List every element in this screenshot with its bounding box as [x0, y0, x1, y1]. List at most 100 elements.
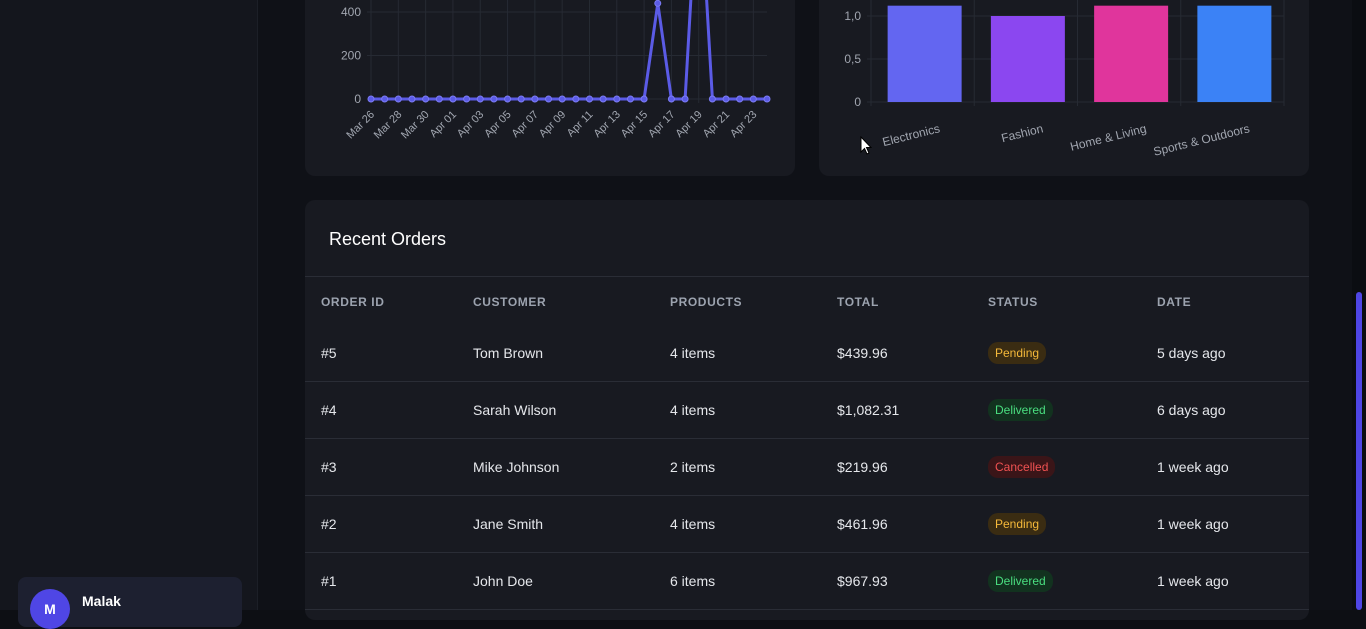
- y-tick-label: 0,5: [844, 52, 861, 66]
- data-point: [599, 95, 607, 103]
- order-total: $1,082.31: [821, 381, 972, 439]
- data-point: [517, 95, 525, 103]
- column-header-products[interactable]: PRODUCTS: [654, 277, 821, 325]
- x-tick-label: Home & Living: [1069, 121, 1148, 153]
- product-count: 6 items: [654, 552, 821, 610]
- order-total: $439.96: [821, 325, 972, 382]
- x-tick-label: Electronics: [881, 121, 941, 149]
- status-badge: Pending: [988, 512, 1047, 535]
- data-point: [504, 95, 512, 103]
- order-date: 5 days ago: [1141, 325, 1309, 382]
- data-point: [367, 95, 375, 103]
- main-content: 0 200 400 Mar 26 Mar 28 Mar 30 Apr 01 Apr 03 Apr…: [258, 0, 1352, 620]
- table-row[interactable]: #1 John Doe 6 items $967.93 Delivered 1 …: [305, 552, 1309, 610]
- order-date: 1 week ago: [1141, 552, 1309, 610]
- column-header-total[interactable]: TOTAL: [821, 277, 972, 325]
- product-count: 2 items: [654, 438, 821, 496]
- data-point: [394, 95, 402, 103]
- series-line: [371, 0, 767, 101]
- product-count: 4 items: [654, 325, 821, 382]
- data-point: [654, 0, 662, 7]
- x-tick-label: Apr 15: [619, 109, 650, 140]
- data-point: [545, 95, 553, 103]
- bar-chart: 0 0,5 1,0 Electronics Fashion Home & Living Sp…: [844, 0, 1285, 159]
- order-date: 1 week ago: [1141, 495, 1309, 553]
- status-badge: Cancelled: [988, 455, 1056, 478]
- x-tick-label: Apr 19: [673, 109, 704, 140]
- data-point: [463, 95, 471, 103]
- data-point: [626, 95, 634, 103]
- bar: [887, 5, 962, 102]
- product-count: 4 items: [654, 495, 821, 553]
- bar: [1197, 5, 1272, 102]
- data-point: [449, 95, 457, 103]
- order-id: #3: [305, 438, 457, 496]
- customer-name: Jane Smith: [457, 495, 654, 553]
- status-badge: Delivered: [988, 569, 1053, 592]
- data-point: [708, 95, 716, 103]
- user-profile-card[interactable]: M Malak: [18, 577, 242, 629]
- scrollbar-thumb[interactable]: [1356, 292, 1362, 610]
- x-tick-label: Mar 26: [344, 109, 377, 142]
- y-tick-label: 0: [354, 92, 361, 106]
- data-point: [422, 95, 430, 103]
- data-point: [667, 95, 675, 103]
- column-header-status[interactable]: STATUS: [972, 277, 1141, 325]
- data-point: [381, 95, 389, 103]
- y-tick-label: 1,0: [844, 9, 861, 23]
- x-tick-label: Mar 28: [372, 109, 405, 142]
- x-tick-label: Apr 01: [428, 109, 459, 140]
- data-point: [531, 95, 539, 103]
- customer-name: Tom Brown: [457, 325, 654, 382]
- data-point: [435, 95, 443, 103]
- orders-table: ORDER ID CUSTOMER PRODUCTS TOTAL STATUS …: [305, 277, 1309, 610]
- data-point: [681, 95, 689, 103]
- recent-orders-card: Recent Orders ORDER ID CUSTOMER PRODUCTS…: [305, 200, 1309, 620]
- order-total: $461.96: [821, 495, 972, 553]
- data-point: [585, 95, 593, 103]
- x-tick-label: Apr 13: [592, 109, 623, 140]
- avatar: M: [30, 589, 70, 629]
- customer-name: Sarah Wilson: [457, 381, 654, 439]
- table-row[interactable]: #3 Mike Johnson 2 items $219.96 Cancelle…: [305, 438, 1309, 496]
- x-tick-label: Sports & Outdoors: [1152, 121, 1251, 158]
- bar: [1094, 5, 1169, 102]
- y-tick-label: 200: [341, 49, 361, 63]
- y-tick-label: 0: [854, 95, 861, 109]
- x-tick-label: Apr 09: [537, 109, 568, 140]
- order-id: #4: [305, 381, 457, 439]
- data-point: [736, 95, 744, 103]
- x-tick-label: Mar 30: [399, 109, 432, 142]
- data-point: [749, 95, 757, 103]
- orders-line-chart-card: 0 200 400 Mar 26 Mar 28 Mar 30 Apr 01 Apr 03 Apr…: [305, 0, 795, 176]
- data-point: [763, 95, 771, 103]
- order-id: #5: [305, 325, 457, 382]
- column-header-order-id[interactable]: ORDER ID: [305, 277, 457, 325]
- data-point: [476, 95, 484, 103]
- x-tick-label: Apr 23: [728, 109, 759, 140]
- column-header-date[interactable]: DATE: [1141, 277, 1309, 325]
- x-tick-label: Apr 11: [565, 109, 596, 140]
- table-row[interactable]: #5 Tom Brown 4 items $439.96 Pending 5 d…: [305, 325, 1309, 382]
- data-point: [408, 95, 416, 103]
- table-row[interactable]: #2 Jane Smith 4 items $461.96 Pending 1 …: [305, 495, 1309, 553]
- order-id: #2: [305, 495, 457, 553]
- bar: [990, 16, 1065, 102]
- status-badge: Pending: [988, 341, 1047, 364]
- order-date: 1 week ago: [1141, 438, 1309, 496]
- status-badge: Delivered: [988, 398, 1053, 421]
- x-tick-label: Apr 17: [646, 109, 677, 140]
- mouse-cursor-icon: [860, 136, 872, 155]
- data-point: [613, 95, 621, 103]
- table-row[interactable]: #4 Sarah Wilson 4 items $1,082.31 Delive…: [305, 381, 1309, 439]
- column-header-customer[interactable]: CUSTOMER: [457, 277, 654, 325]
- x-tick-label: Apr 05: [482, 109, 513, 140]
- x-tick-label: Apr 07: [510, 109, 541, 140]
- data-point: [640, 95, 648, 103]
- line-chart: 0200400Mar 26Mar 28Mar 30Apr 01Apr 03Apr…: [341, 0, 771, 142]
- product-count: 4 items: [654, 381, 821, 439]
- x-tick-label: Apr 21: [701, 109, 732, 140]
- data-point: [722, 95, 730, 103]
- order-total: $967.93: [821, 552, 972, 610]
- customer-name: Mike Johnson: [457, 438, 654, 496]
